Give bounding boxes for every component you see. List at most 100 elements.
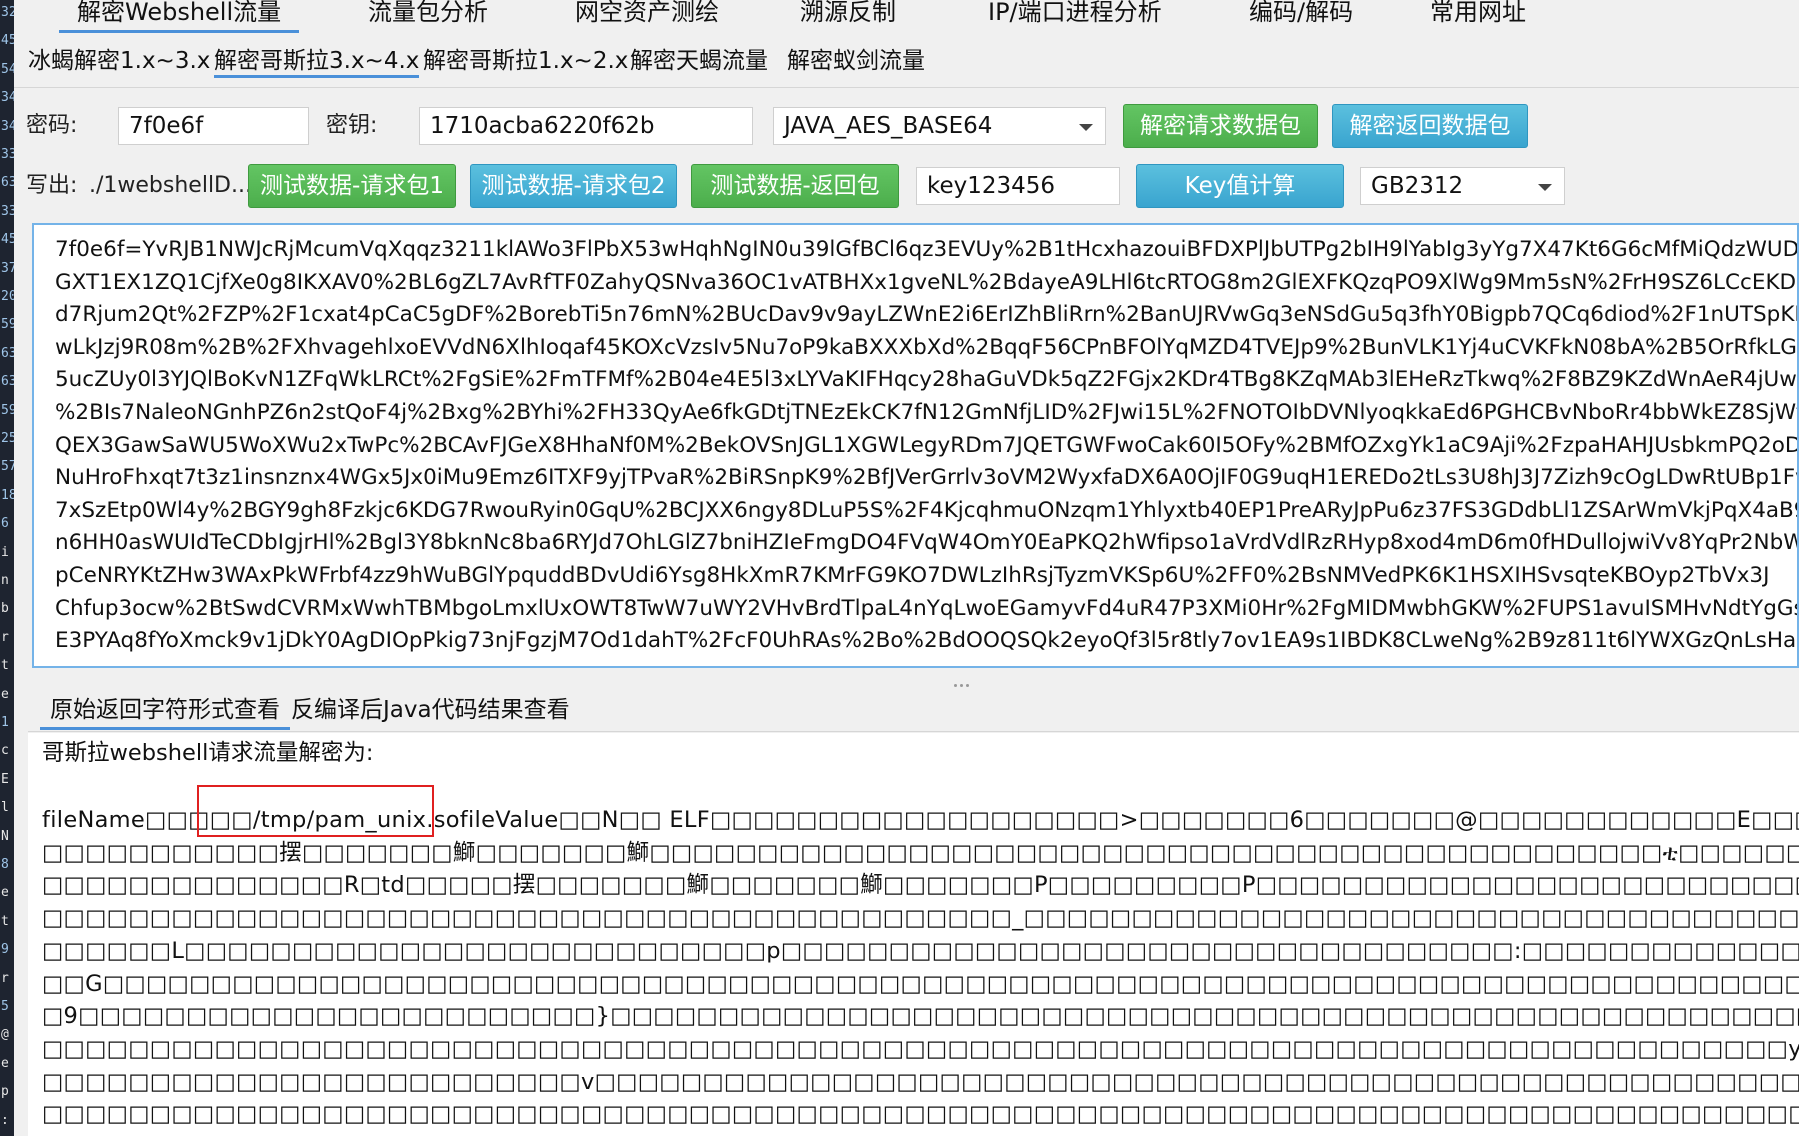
gutter-char: 63 — [1, 374, 14, 390]
gutter-char: 18 — [1, 487, 14, 503]
encoding-select[interactable]: GB2312 — [1360, 167, 1565, 205]
gutter-char: e — [1, 1055, 9, 1071]
gutter-char: 63 — [1, 345, 14, 361]
decrypt-request-button[interactable]: 解密请求数据包 — [1123, 104, 1318, 148]
gutter-char: r — [1, 970, 9, 986]
top-nav-asset-mapping[interactable]: 网空资产测绘 — [575, 0, 719, 30]
request-line: 5ucZUy0l3YJQlBoKvN1ZFqWkLRCt%2FgSiE%2FmT… — [55, 367, 1797, 393]
gutter-char: r — [1, 629, 9, 645]
gutter-char: @ — [1, 1027, 9, 1043]
result-line: □□□□□□□□□□□□□□R□td□□□□□摆□□□□□□□鰤□□□□□□□鰤… — [42, 872, 1799, 899]
gutter-char: 57 — [1, 459, 14, 475]
tab-godzilla-3-4[interactable]: 解密哥斯拉3.x~4.x — [214, 44, 420, 78]
gutter-char: 37 — [1, 260, 14, 276]
background-editor-gutter: 32 45 54 34 34 33 63 33 45 37 20 59 63 63 59 25 57 18 6 i n b… — [0, 0, 14, 1136]
test-response-button[interactable]: 测试数据-返回包 — [691, 164, 899, 208]
chevron-down-icon — [1538, 184, 1552, 191]
gutter-char: 9 — [1, 942, 9, 958]
gutter-char: E — [1, 771, 9, 787]
request-line: QEX3GawSaWU5WoXWu2xTwPc%2BCAvFJGeX8HhaNf… — [55, 432, 1799, 458]
request-line: %2BIs7NaleoNGnhPZ6n2stQoF4j%2Bxg%2BYhi%2… — [55, 399, 1799, 425]
sub-tabs: 冰蝎解密1.x~3.x 解密哥斯拉3.x~4.x 解密哥斯拉1.x~2.x 解密… — [14, 36, 1799, 88]
gutter-char: 45 — [1, 232, 14, 248]
gutter-char: b — [1, 601, 9, 617]
gutter-char: t — [1, 658, 9, 674]
test-request1-button[interactable]: 测试数据-请求包1 — [248, 164, 456, 208]
write-label: 写出: — [26, 173, 78, 198]
gutter-char: n — [1, 573, 9, 588]
result-tabs: 原始返回字符形式查看 反编译后Java代码结果查看 — [28, 686, 1799, 732]
gutter-char: 6 — [1, 516, 9, 532]
request-line: 7xSzEtp0Wl4y%2BGY9gh8Fzkjc6KDG7RwouRyin0… — [55, 497, 1799, 523]
gutter-char: 59 — [1, 317, 14, 333]
gutter-char: 33 — [1, 147, 14, 162]
gutter-char: 59 — [1, 402, 14, 418]
gutter-char: 54 — [1, 61, 14, 77]
request-line: wLkJzj9R08m%2B%2FXhvagehlxoEVVdN6XlhIoqa… — [55, 334, 1799, 360]
gutter-char: 33 — [1, 203, 14, 219]
tab-antsword[interactable]: 解密蚁剑流量 — [787, 44, 925, 78]
result-line: □□□□□□□□□□□□□□□□□□□□□□□□□□□□□□□□□□□□□□□□… — [42, 1035, 1799, 1062]
result-line: □□□□□□□□□□□摆□□□□□□□鰤□□□□□□□鰤□□□□□□□□□□□□… — [42, 839, 1799, 866]
password-input[interactable]: 7f0e6f — [118, 107, 309, 145]
test-request2-button[interactable]: 测试数据-请求包2 — [470, 164, 677, 208]
gutter-char: c — [1, 743, 9, 759]
gutter-char: 25 — [1, 431, 14, 446]
tab-tianxie[interactable]: 解密天蝎流量 — [630, 44, 768, 78]
gutter-char: i — [1, 544, 9, 560]
top-nav-traceback[interactable]: 溯源反制 — [800, 0, 896, 30]
gutter-char: 20 — [1, 289, 14, 304]
gutter-char: 34 — [1, 118, 14, 134]
gutter-char: N — [1, 828, 9, 844]
password-label: 密码: — [26, 113, 78, 138]
top-nav-ip-port-process[interactable]: IP/端口进程分析 — [988, 0, 1162, 30]
gutter-char: 5 — [1, 999, 9, 1014]
top-nav-decrypt-webshell[interactable]: 解密Webshell流量 — [58, 0, 300, 33]
result-line: □□□□□□□□□□□□□□□□□□□□□□□□□v□□□□□□□□□□□□□□… — [42, 1068, 1799, 1095]
gutter-char: t — [1, 913, 9, 929]
splitter-handle[interactable] — [954, 672, 978, 687]
request-line: NuHroFhxqt7t3z1insnznx4WGx5Jx0iMu9Emz6IT… — [55, 465, 1799, 491]
mode-select-value: JAVA_AES_BASE64 — [784, 113, 993, 139]
write-path[interactable]: ./1webshellD... — [89, 168, 252, 204]
result-line: □9□□□□□□□□□□□□□□□□□□□□□□□□}□□□□□□□□□□□□□… — [42, 1003, 1799, 1030]
top-nav: 解密Webshell流量 流量包分析 网空资产测绘 溯源反制 IP/端口进程分析… — [14, 0, 1799, 33]
gutter-char: 8 — [1, 857, 9, 872]
top-nav-common-urls[interactable]: 常用网址 — [1430, 0, 1526, 30]
result-line: □□□□□□L□□□□□□□□□□□□□□□□□□□□□□□□□□□p□□□□□… — [42, 937, 1799, 964]
request-line: pCeNRYKtZHw3WAxPkWFrbf4zz9hWuBGlYpquddBD… — [55, 562, 1770, 588]
request-line: E3PYAq8fYoXmck9v1jDkY0AgDIOpPkig73njFgzj… — [55, 628, 1799, 654]
result-heading: 哥斯拉webshell请求流量解密为: — [42, 740, 374, 766]
highlight-annotation-box — [197, 785, 434, 837]
request-data-textarea[interactable]: 7f0e6f=YvRJB1NWJcRjMcumVqXqqz3211klAWo3F… — [32, 223, 1799, 668]
decrypt-response-button[interactable]: 解密返回数据包 — [1332, 104, 1528, 148]
gutter-char: 32 — [1, 5, 14, 20]
top-nav-encode-decode[interactable]: 编码/解码 — [1249, 0, 1353, 30]
mode-select[interactable]: JAVA_AES_BASE64 — [773, 107, 1106, 145]
top-nav-pcap-analysis[interactable]: 流量包分析 — [368, 0, 488, 30]
gutter-char: : — [1, 1112, 9, 1128]
chevron-down-icon — [1079, 124, 1093, 131]
gutter-char: p — [1, 1084, 9, 1100]
gutter-char: e — [1, 885, 9, 901]
request-line: d7Rjum2Qt%2FZP%2F1cxat4pCaC5gDF%2BorebTi… — [55, 302, 1797, 328]
request-line: GXT1EX1ZQ1CjfXe0g8IKXAV0%2BL6gZL7AvRfTF0… — [55, 269, 1797, 295]
tab-behinder-1-3[interactable]: 冰蝎解密1.x~3.x — [28, 44, 210, 78]
request-line: Chfup3ocw%2BtSwdCVRMxWwhTBMbgoLmxlUxOWT8… — [55, 595, 1799, 621]
tab-godzilla-1-2[interactable]: 解密哥斯拉1.x~2.x — [423, 44, 628, 78]
encoding-select-value: GB2312 — [1371, 173, 1464, 199]
request-line: n6HH0asWUIdTeCDbIgjrHl%2Bgl3Y8bknNc8ba6R… — [55, 530, 1799, 556]
result-line: □□□□□□□□□□□□□□□□□□□□□□□□□□□□□□□□□□□□□□□□… — [42, 1101, 1799, 1128]
key-value-input[interactable]: key123456 — [916, 167, 1120, 205]
gutter-char: 45 — [1, 33, 14, 49]
app-window: 解密Webshell流量 流量包分析 网空资产测绘 溯源反制 IP/端口进程分析… — [14, 0, 1799, 1136]
key-input[interactable]: 1710acba6220f62b — [419, 107, 753, 145]
key-calc-button[interactable]: Key值计算 — [1136, 164, 1344, 208]
key-label: 密钥: — [326, 113, 378, 138]
request-line: 7f0e6f=YvRJB1NWJcRjMcumVqXqqz3211klAWo3F… — [55, 237, 1799, 262]
gutter-char: 34 — [1, 90, 14, 106]
tab-decompiled-java-view[interactable]: 反编译后Java代码结果查看 — [281, 690, 580, 730]
result-line: □□□□□□□□□□□□□□□□□□□□□□□□□□□□□□□□□□□□□□□□… — [42, 905, 1799, 932]
gutter-char: l — [1, 800, 9, 816]
tab-raw-string-view[interactable]: 原始返回字符形式查看 — [40, 690, 290, 730]
